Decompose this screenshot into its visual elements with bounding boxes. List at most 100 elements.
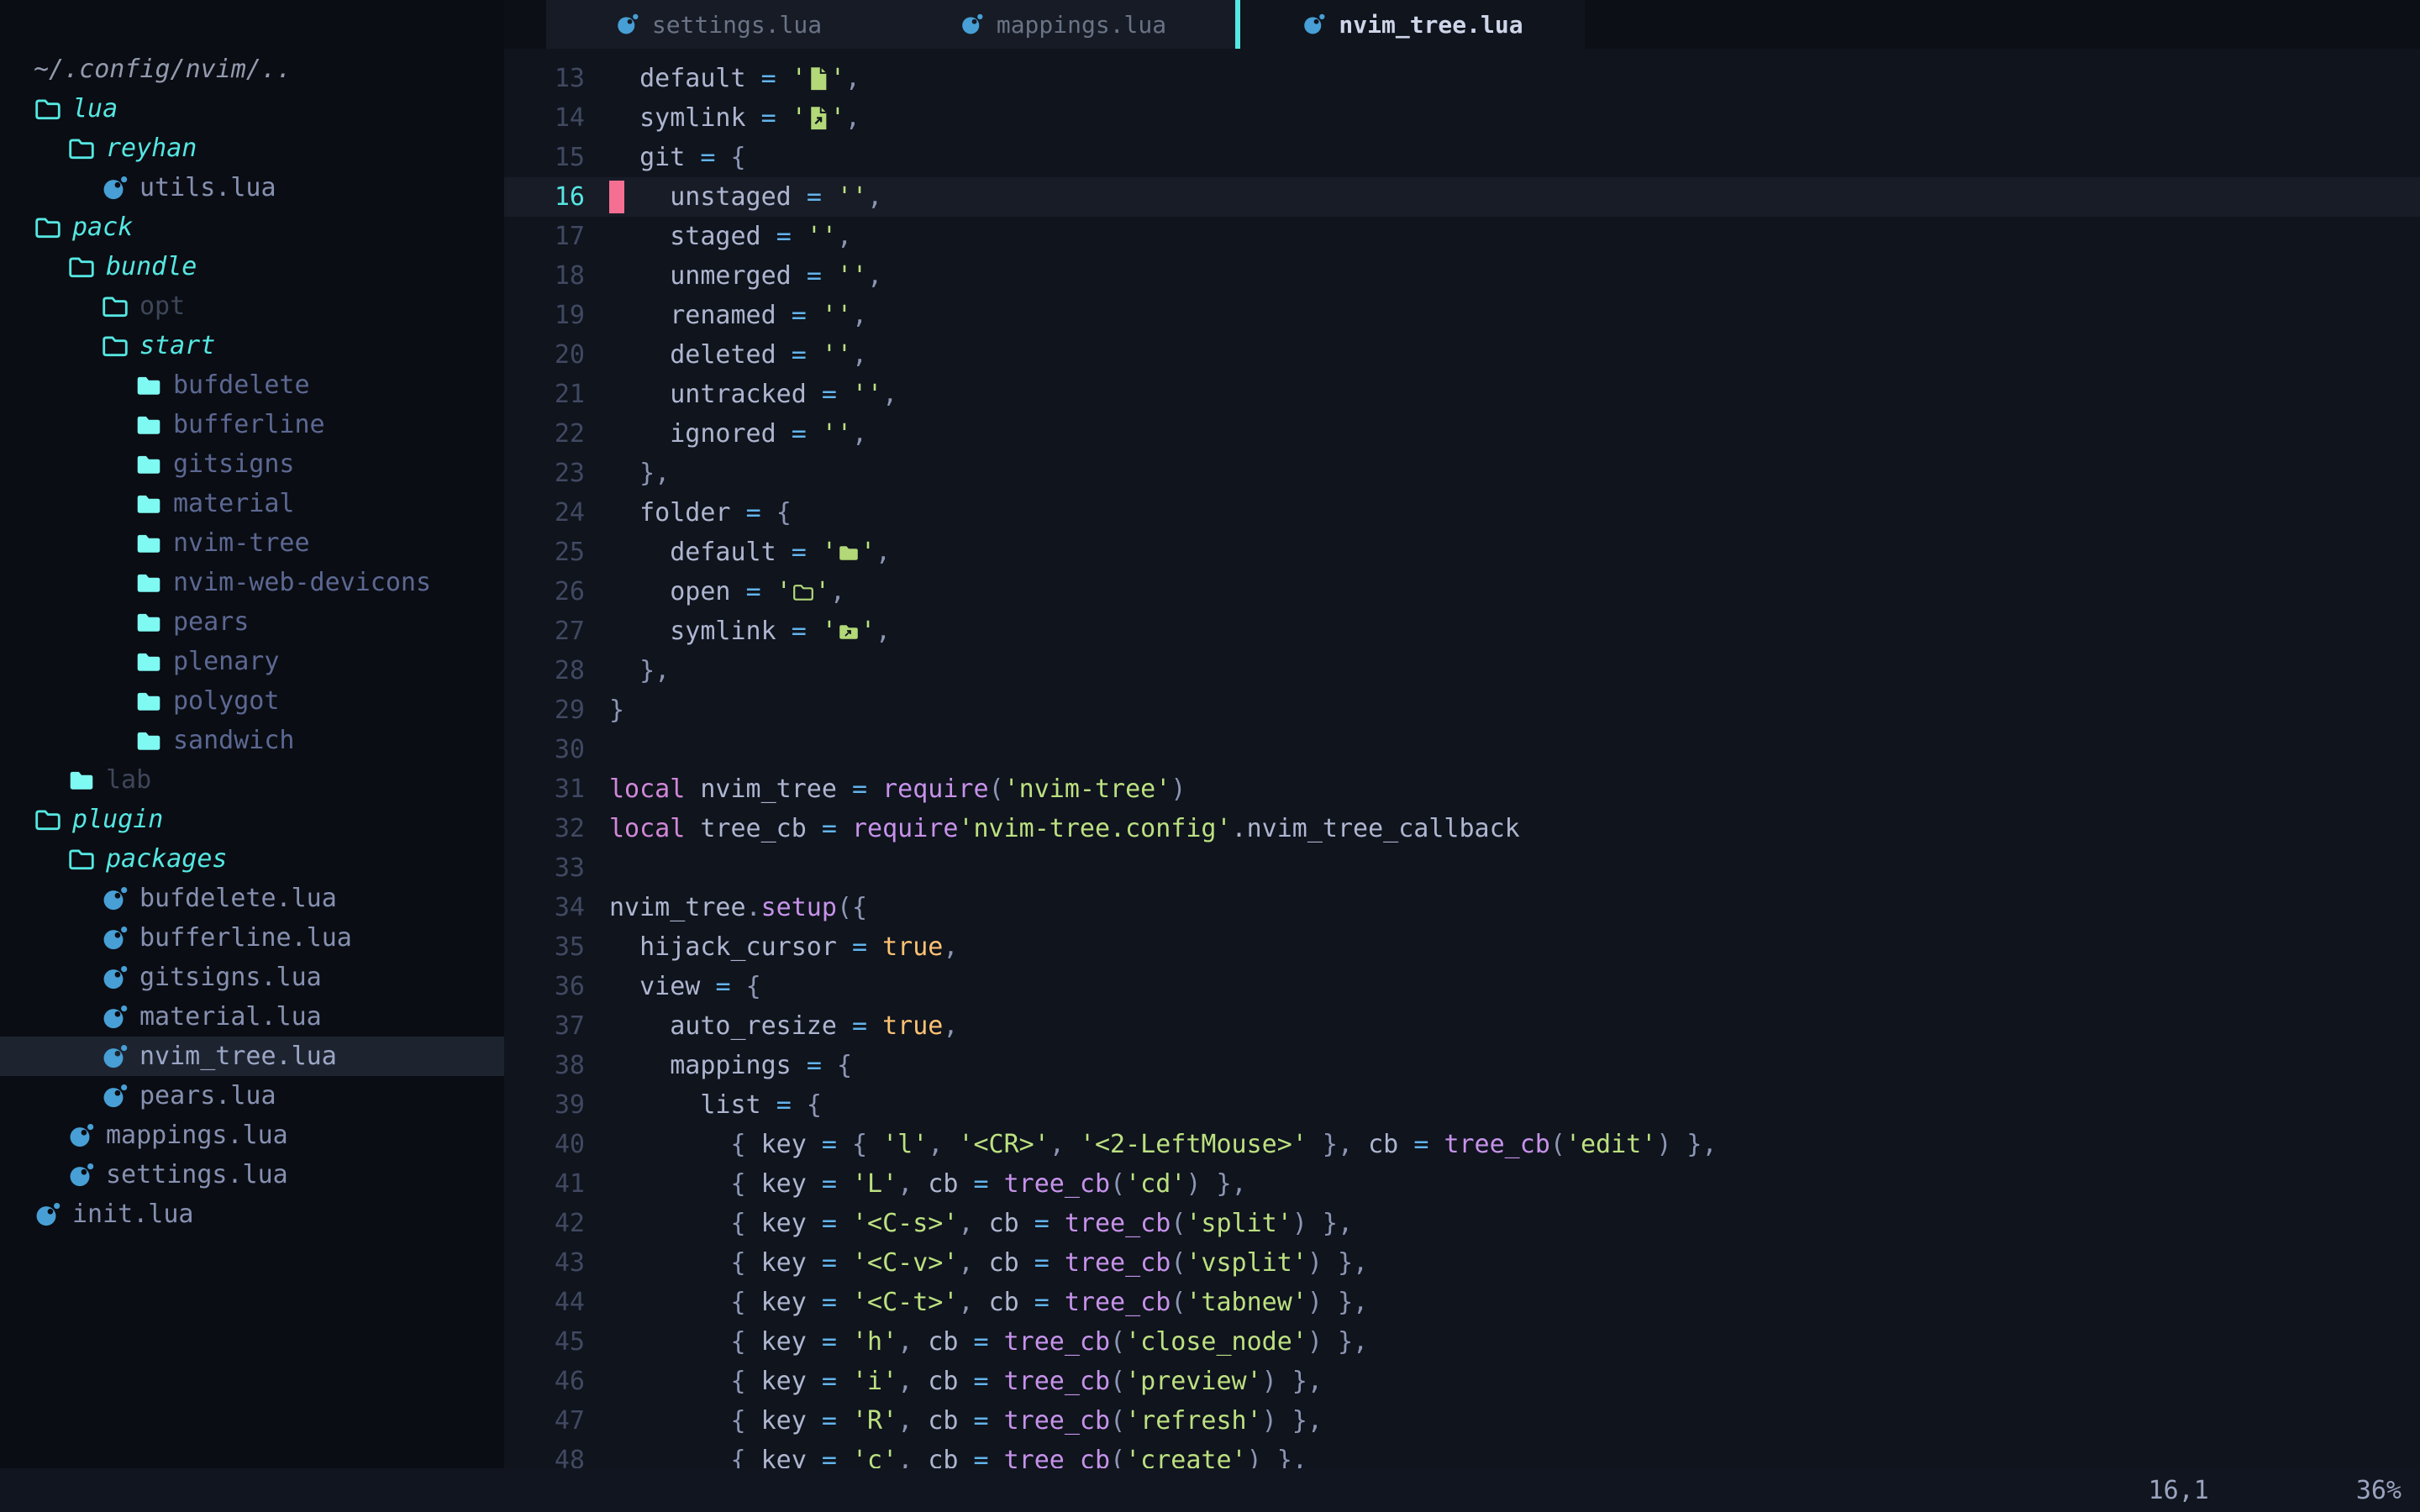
- tree-item-mappings.lua[interactable]: mappings.lua: [0, 1116, 504, 1155]
- tree-item-bufdelete.lua[interactable]: bufdelete.lua: [0, 879, 504, 918]
- tab-label: mappings.lua: [997, 11, 1166, 39]
- tree-item-material.lua[interactable]: material.lua: [0, 997, 504, 1037]
- code-line-26[interactable]: 26 open = '',: [504, 572, 2420, 612]
- code-line-47[interactable]: 47 { key = 'R', cb = tree_cb('refresh') …: [504, 1401, 2420, 1441]
- tree-item-label: plugin: [72, 800, 163, 839]
- tree-item-label: plenary: [173, 642, 279, 681]
- tree-item-start[interactable]: start: [0, 326, 504, 365]
- code-line-17[interactable]: 17 staged = '',: [504, 217, 2420, 256]
- line-number: 42: [504, 1204, 585, 1243]
- code-line-27[interactable]: 27 symlink = '',: [504, 612, 2420, 651]
- code-line-30[interactable]: 30: [504, 730, 2420, 769]
- folder-open-icon: [67, 134, 96, 163]
- code-line-31[interactable]: 31local nvim_tree = require('nvim-tree'): [504, 769, 2420, 809]
- code-line-35[interactable]: 35 hijack_cursor = true,: [504, 927, 2420, 967]
- tree-item-bufferline[interactable]: bufferline: [0, 405, 504, 444]
- code-line-34[interactable]: 34nvim_tree.setup({: [504, 888, 2420, 927]
- tree-item-polygot[interactable]: polygot: [0, 681, 504, 721]
- file-tree: luareyhanutils.luapackbundleoptstartbufd…: [0, 89, 504, 1234]
- code-line-44[interactable]: 44 { key = '<C-t>', cb = tree_cb('tabnew…: [504, 1283, 2420, 1322]
- tree-item-material[interactable]: material: [0, 484, 504, 523]
- tree-item-opt[interactable]: opt: [0, 286, 504, 326]
- tree-item-plenary[interactable]: plenary: [0, 642, 504, 681]
- line-number: 29: [504, 690, 585, 730]
- line-number: 38: [504, 1046, 585, 1085]
- tree-item-init.lua[interactable]: init.lua: [0, 1194, 504, 1234]
- tree-item-label: nvim_tree.lua: [139, 1037, 337, 1076]
- tree-item-packages[interactable]: packages: [0, 839, 504, 879]
- file-glyph-icon: [807, 65, 830, 93]
- line-number: 33: [504, 848, 585, 888]
- tree-item-pears.lua[interactable]: pears.lua: [0, 1076, 504, 1116]
- tree-item-utils.lua[interactable]: utils.lua: [0, 168, 504, 207]
- line-text: { key = '<C-v>', cb = tree_cb('vsplit') …: [609, 1243, 1368, 1283]
- lua-icon: [101, 924, 129, 953]
- line-text: { key = 'c', cb = tree_cb('create') },: [609, 1441, 1307, 1468]
- code-line-21[interactable]: 21 untracked = '',: [504, 375, 2420, 414]
- folder-icon: [67, 766, 96, 795]
- tree-item-reyhan[interactable]: reyhan: [0, 129, 504, 168]
- code-line-25[interactable]: 25 default = '',: [504, 533, 2420, 572]
- folder-icon: [134, 687, 163, 716]
- code-line-24[interactable]: 24 folder = {: [504, 493, 2420, 533]
- code-line-18[interactable]: 18 unmerged = '',: [504, 256, 2420, 296]
- line-text: open = '',: [609, 572, 845, 612]
- code-line-28[interactable]: 28 },: [504, 651, 2420, 690]
- tree-item-sandwich[interactable]: sandwich: [0, 721, 504, 760]
- tree-item-label: bufdelete: [173, 365, 310, 405]
- code-line-48[interactable]: 48 { key = 'c', cb = tree_cb('create') }…: [504, 1441, 2420, 1468]
- line-text: { key = '<C-t>', cb = tree_cb('tabnew') …: [609, 1283, 1368, 1322]
- tree-item-label: pears: [173, 602, 249, 642]
- code-line-43[interactable]: 43 { key = '<C-v>', cb = tree_cb('vsplit…: [504, 1243, 2420, 1283]
- code-line-40[interactable]: 40 { key = { 'l', '<CR>', '<2-LeftMouse>…: [504, 1125, 2420, 1164]
- line-text: auto_resize = true,: [609, 1006, 958, 1046]
- tree-item-settings.lua[interactable]: settings.lua: [0, 1155, 504, 1194]
- nvim-tree-panel: ~/.config/nvim/.. luareyhanutils.luapack…: [0, 0, 504, 1468]
- code-line-33[interactable]: 33: [504, 848, 2420, 888]
- code-line-13[interactable]: 13 default = '',: [504, 59, 2420, 98]
- code-line-20[interactable]: 20 deleted = '',: [504, 335, 2420, 375]
- code-editor[interactable]: 13 default = '',14 symlink = '',15 git =…: [504, 49, 2420, 1468]
- code-line-45[interactable]: 45 { key = 'h', cb = tree_cb('close_node…: [504, 1322, 2420, 1362]
- tree-item-lab[interactable]: lab: [0, 760, 504, 800]
- tree-item-label: gitsigns.lua: [139, 958, 322, 997]
- code-line-41[interactable]: 41 { key = 'L', cb = tree_cb('cd') },: [504, 1164, 2420, 1204]
- tree-item-lua[interactable]: lua: [0, 89, 504, 129]
- folder-icon: [134, 411, 163, 439]
- code-line-19[interactable]: 19 renamed = '',: [504, 296, 2420, 335]
- tab-nvim_tree.lua[interactable]: nvim_tree.lua: [1240, 0, 1585, 49]
- tree-item-label: start: [139, 326, 215, 365]
- tree-item-bufdelete[interactable]: bufdelete: [0, 365, 504, 405]
- tree-item-bundle[interactable]: bundle: [0, 247, 504, 286]
- line-text: },: [609, 651, 670, 690]
- code-line-15[interactable]: 15 git = {: [504, 138, 2420, 177]
- code-line-46[interactable]: 46 { key = 'i', cb = tree_cb('preview') …: [504, 1362, 2420, 1401]
- code-line-36[interactable]: 36 view = {: [504, 967, 2420, 1006]
- code-line-39[interactable]: 39 list = {: [504, 1085, 2420, 1125]
- code-line-29[interactable]: 29}: [504, 690, 2420, 730]
- scroll-percent: 36%: [2356, 1476, 2402, 1505]
- tree-item-nvim-tree[interactable]: nvim-tree: [0, 523, 504, 563]
- cursor-position: 16,1: [2149, 1476, 2209, 1505]
- code-line-23[interactable]: 23 },: [504, 454, 2420, 493]
- tree-item-nvim_tree.lua[interactable]: nvim_tree.lua: [0, 1037, 504, 1076]
- code-line-14[interactable]: 14 symlink = '',: [504, 98, 2420, 138]
- tree-item-plugin[interactable]: plugin: [0, 800, 504, 839]
- tree-item-nvim-web-devicons[interactable]: nvim-web-devicons: [0, 563, 504, 602]
- tree-item-bufferline.lua[interactable]: bufferline.lua: [0, 918, 504, 958]
- code-line-32[interactable]: 32local tree_cb = require'nvim-tree.conf…: [504, 809, 2420, 848]
- tree-item-gitsigns[interactable]: gitsigns: [0, 444, 504, 484]
- line-number: 27: [504, 612, 585, 651]
- code-line-22[interactable]: 22 ignored = '',: [504, 414, 2420, 454]
- tree-item-pears[interactable]: pears: [0, 602, 504, 642]
- tab-mappings.lua[interactable]: mappings.lua: [891, 0, 1235, 49]
- tab-settings.lua[interactable]: settings.lua: [546, 0, 891, 49]
- tree-item-label: utils.lua: [139, 168, 276, 207]
- code-line-37[interactable]: 37 auto_resize = true,: [504, 1006, 2420, 1046]
- tree-item-gitsigns.lua[interactable]: gitsigns.lua: [0, 958, 504, 997]
- code-line-42[interactable]: 42 { key = '<C-s>', cb = tree_cb('split'…: [504, 1204, 2420, 1243]
- code-line-16[interactable]: 16 unstaged = '',: [504, 177, 2420, 217]
- code-line-38[interactable]: 38 mappings = {: [504, 1046, 2420, 1085]
- line-number: 15: [504, 138, 585, 177]
- tree-item-pack[interactable]: pack: [0, 207, 504, 247]
